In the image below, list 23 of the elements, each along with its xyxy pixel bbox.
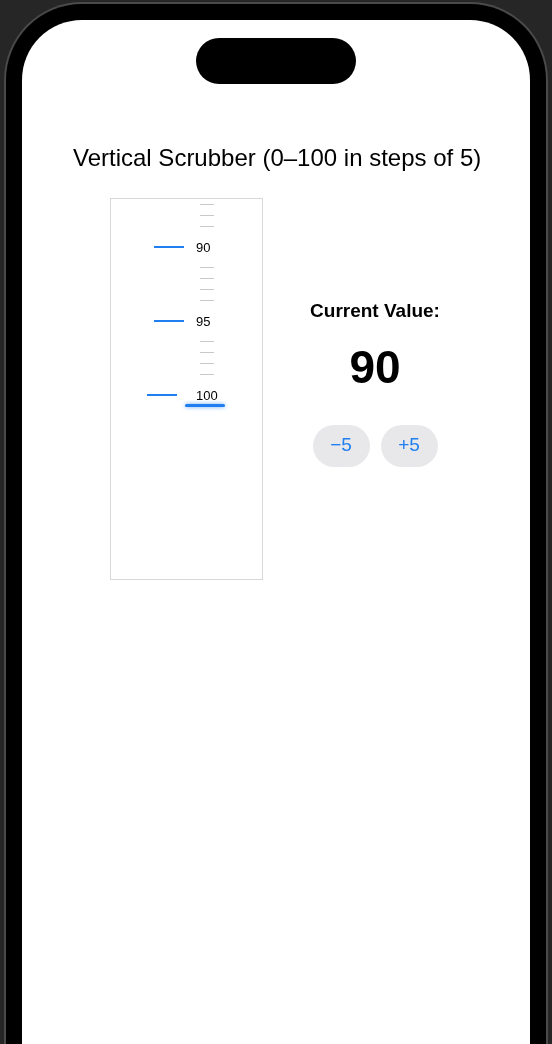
page-title: Vertical Scrubber (0–100 in steps of 5) xyxy=(73,143,483,173)
minor-tick xyxy=(200,363,214,364)
step-button[interactable]: −5 xyxy=(312,424,370,467)
minor-tick xyxy=(200,341,214,342)
scrubber-track[interactable]: 90 95 100 xyxy=(110,198,263,580)
major-tick xyxy=(147,394,177,396)
tick-label: 95 xyxy=(196,314,211,328)
major-tick xyxy=(154,320,184,322)
tick-label: 90 xyxy=(196,240,211,254)
current-value: 90 xyxy=(349,343,401,390)
minor-tick xyxy=(200,300,214,301)
minor-tick xyxy=(200,204,214,205)
minor-tick xyxy=(200,352,214,353)
current-value-label: Current Value: xyxy=(310,299,440,323)
minor-tick xyxy=(200,374,214,375)
minor-tick xyxy=(200,215,214,216)
minor-tick xyxy=(200,267,214,268)
minor-tick xyxy=(200,278,214,279)
step-button[interactable]: +5 xyxy=(380,424,438,467)
major-tick xyxy=(154,246,184,248)
minor-tick xyxy=(200,289,214,290)
minor-tick xyxy=(200,226,214,227)
tick-label: 100 xyxy=(196,388,218,402)
